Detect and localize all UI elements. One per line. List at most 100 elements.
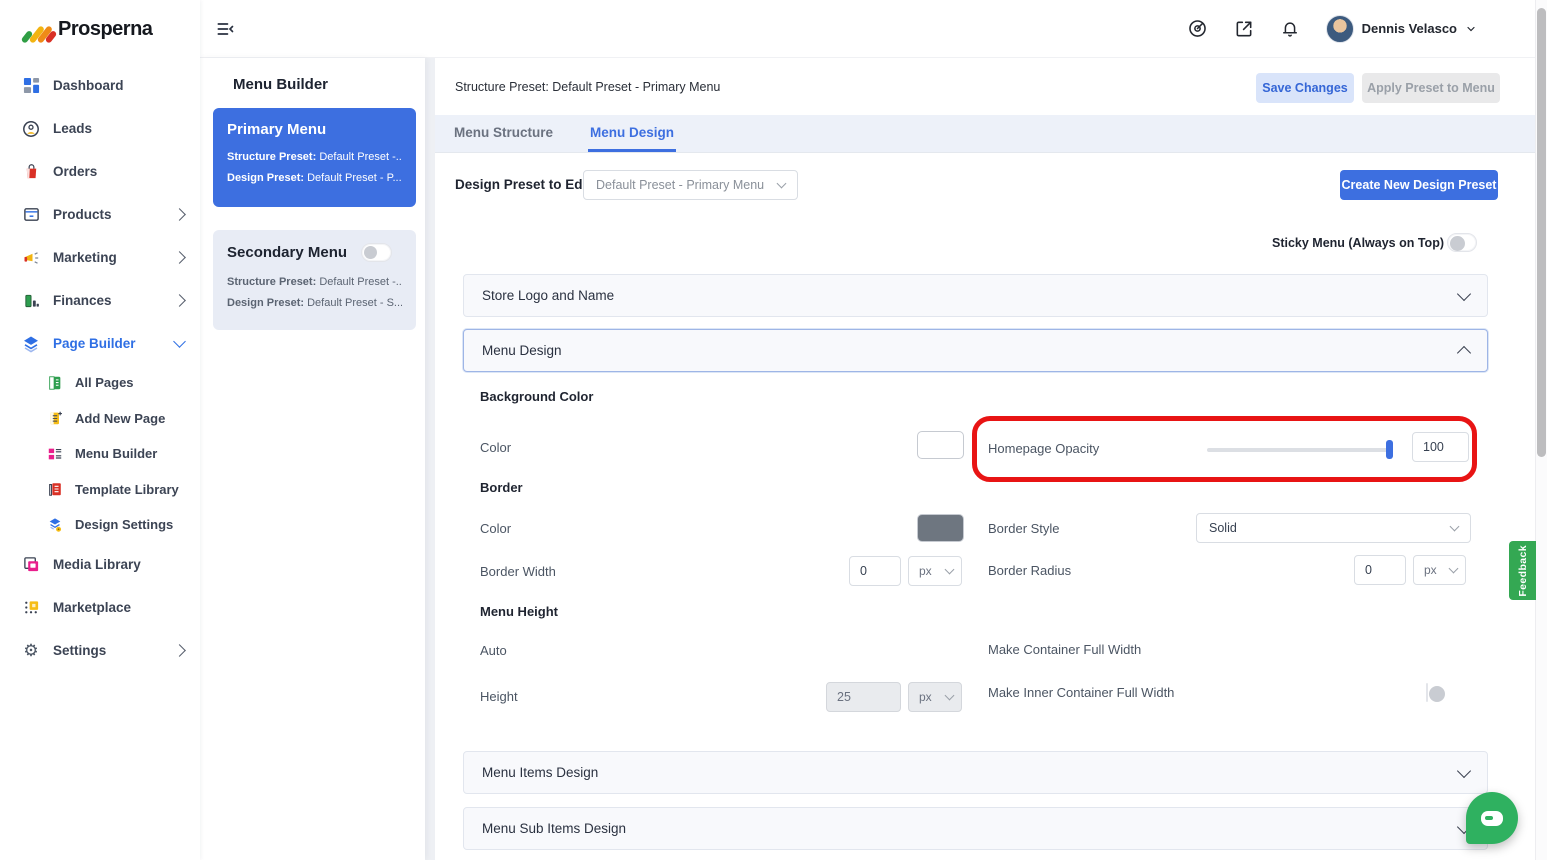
media-library-icon	[22, 555, 40, 573]
background-color-label: Color	[480, 440, 512, 455]
sidebar-item-media-library[interactable]: Media Library	[0, 543, 200, 586]
border-width-unit-select[interactable]: px	[908, 556, 962, 586]
border-radius-input[interactable]	[1354, 555, 1406, 585]
avatar	[1325, 14, 1354, 43]
border-heading: Border	[480, 480, 523, 495]
chevron-up-icon	[1456, 345, 1472, 360]
border-radius-label: Border Radius	[988, 563, 1072, 578]
chevron-right-icon	[173, 208, 186, 221]
feedback-tab[interactable]: Feedback	[1509, 541, 1536, 600]
scrollbar-track[interactable]	[1535, 0, 1547, 860]
sidebar-item-settings[interactable]: ⚙ Settings	[0, 629, 200, 672]
sidebar-item-menu-builder[interactable]: Menu Builder	[0, 436, 200, 472]
sidebar-item-add-new-page[interactable]: Add New Page	[0, 401, 200, 437]
sidebar-item-design-settings[interactable]: Design Settings	[0, 507, 200, 543]
chevron-down-icon	[1456, 286, 1472, 301]
sidebar-item-marketing[interactable]: Marketing	[0, 236, 200, 279]
sidebar-item-products[interactable]: Products	[0, 193, 200, 236]
border-color-swatch[interactable]	[917, 514, 964, 542]
apply-preset-button[interactable]: Apply Preset to Menu	[1362, 73, 1500, 103]
goals-icon[interactable]	[1187, 18, 1208, 39]
sidebar-item-page-builder[interactable]: Page Builder	[0, 322, 200, 365]
marketplace-icon	[22, 598, 40, 616]
background-color-heading: Background Color	[480, 389, 594, 404]
sidebar-item-marketplace[interactable]: Marketplace	[0, 586, 200, 629]
height-unit-select[interactable]: px	[908, 682, 962, 712]
inner-container-full-width-toggle[interactable]	[1426, 683, 1445, 702]
scrollbar-thumb[interactable]	[1537, 8, 1546, 457]
accordion-store-logo[interactable]: Store Logo and Name	[463, 274, 1488, 317]
container-full-width-label: Make Container Full Width	[988, 642, 1142, 657]
sidebar-item-label: Add New Page	[75, 410, 166, 426]
brand-logo[interactable]: Prosperna	[0, 0, 200, 58]
sidebar-item-orders[interactable]: Orders	[0, 150, 200, 193]
secondary-menu-card[interactable]: Secondary Menu Structure Preset: Default…	[213, 230, 416, 330]
border-style-select[interactable]: Solid	[1196, 513, 1471, 543]
external-link-icon[interactable]	[1234, 19, 1254, 39]
height-input[interactable]	[826, 682, 901, 712]
primary-menu-card[interactable]: Primary Menu Structure Preset: Default P…	[213, 108, 416, 207]
tab-menu-structure[interactable]: Menu Structure	[452, 115, 555, 152]
inner-container-full-width-label: Make Inner Container Full Width	[988, 685, 1175, 700]
tab-menu-design[interactable]: Menu Design	[588, 115, 677, 152]
design-preset-select[interactable]: Default Preset - Primary Menu	[583, 170, 798, 200]
secondary-design-preset: Design Preset: Default Preset - S...	[227, 296, 402, 309]
sidebar-item-label: Dashboard	[53, 78, 124, 93]
sidebar-item-label: Finances	[53, 293, 112, 308]
finances-icon	[22, 292, 40, 310]
chevron-down-icon	[173, 335, 186, 348]
sidebar-item-all-pages[interactable]: All Pages	[0, 365, 200, 401]
slider-track	[1207, 448, 1391, 452]
homepage-opacity-slider[interactable]	[1207, 440, 1393, 459]
sidebar-item-finances[interactable]: Finances	[0, 279, 200, 322]
accordion-menu-items-design[interactable]: Menu Items Design	[463, 751, 1488, 794]
chevron-down-icon	[944, 690, 955, 701]
preset-toolbar: Structure Preset: Default Preset - Prima…	[435, 58, 1535, 115]
all-pages-icon	[46, 374, 63, 391]
chat-widget-button[interactable]	[1466, 792, 1518, 844]
feedback-label: Feedback	[1516, 544, 1529, 597]
create-design-preset-button[interactable]: Create New Design Preset	[1340, 170, 1498, 200]
sidebar-item-dashboard[interactable]: Dashboard	[0, 64, 200, 107]
chevron-down-icon	[1456, 763, 1472, 778]
sticky-menu-label: Sticky Menu (Always on Top)	[1271, 236, 1444, 250]
products-icon	[22, 206, 40, 224]
user-menu[interactable]: Dennis Velasco	[1325, 14, 1477, 43]
sticky-menu-toggle[interactable]	[1447, 233, 1477, 252]
sidebar-collapse-button[interactable]	[215, 19, 235, 39]
chevron-down-icon	[776, 178, 787, 189]
background-color-swatch[interactable]	[917, 431, 964, 459]
chevron-down-icon	[1467, 26, 1475, 31]
sidebar-item-leads[interactable]: Leads	[0, 107, 200, 150]
sidebar-item-label: All Pages	[75, 375, 134, 391]
tab-bar: Menu Structure Menu Design	[435, 115, 1535, 153]
notifications-bell-icon[interactable]	[1280, 19, 1300, 39]
border-radius-unit-select[interactable]: px	[1413, 555, 1466, 585]
save-changes-button[interactable]: Save Changes	[1256, 73, 1354, 103]
auto-height-label: Auto	[480, 643, 507, 658]
sidebar-item-label: Template Library	[75, 481, 179, 497]
template-library-icon	[46, 481, 63, 498]
secondary-menu-toggle[interactable]	[361, 243, 393, 262]
sidebar-item-label: Media Library	[53, 556, 141, 572]
sidebar-item-label: Orders	[53, 164, 98, 179]
sidebar-item-template-library[interactable]: Template Library	[0, 472, 200, 508]
sidebar-item-label: Marketplace	[53, 599, 132, 615]
sidebar-item-label: Settings	[53, 642, 107, 658]
marketing-icon	[22, 249, 40, 267]
accordion-menu-design[interactable]: Menu Design	[463, 329, 1488, 372]
sidebar-item-label: Menu Builder	[75, 446, 158, 462]
secondary-structure-preset: Structure Preset: Default Preset -...	[227, 276, 402, 288]
add-new-page-icon	[46, 410, 63, 427]
chevron-down-icon	[944, 564, 955, 575]
menu-fold-icon	[217, 22, 234, 35]
sidebar-item-label: Marketing	[53, 250, 117, 265]
border-width-input[interactable]	[849, 556, 901, 586]
slider-handle[interactable]	[1386, 440, 1393, 459]
homepage-opacity-label: Homepage Opacity	[988, 441, 1100, 456]
chevron-down-icon	[1448, 563, 1459, 574]
homepage-opacity-input[interactable]	[1412, 432, 1469, 462]
accordion-menu-sub-items-design[interactable]: Menu Sub Items Design	[463, 807, 1488, 850]
page-builder-icon	[22, 335, 40, 353]
primary-structure-preset: Structure Preset: Default Preset -...	[227, 151, 402, 163]
